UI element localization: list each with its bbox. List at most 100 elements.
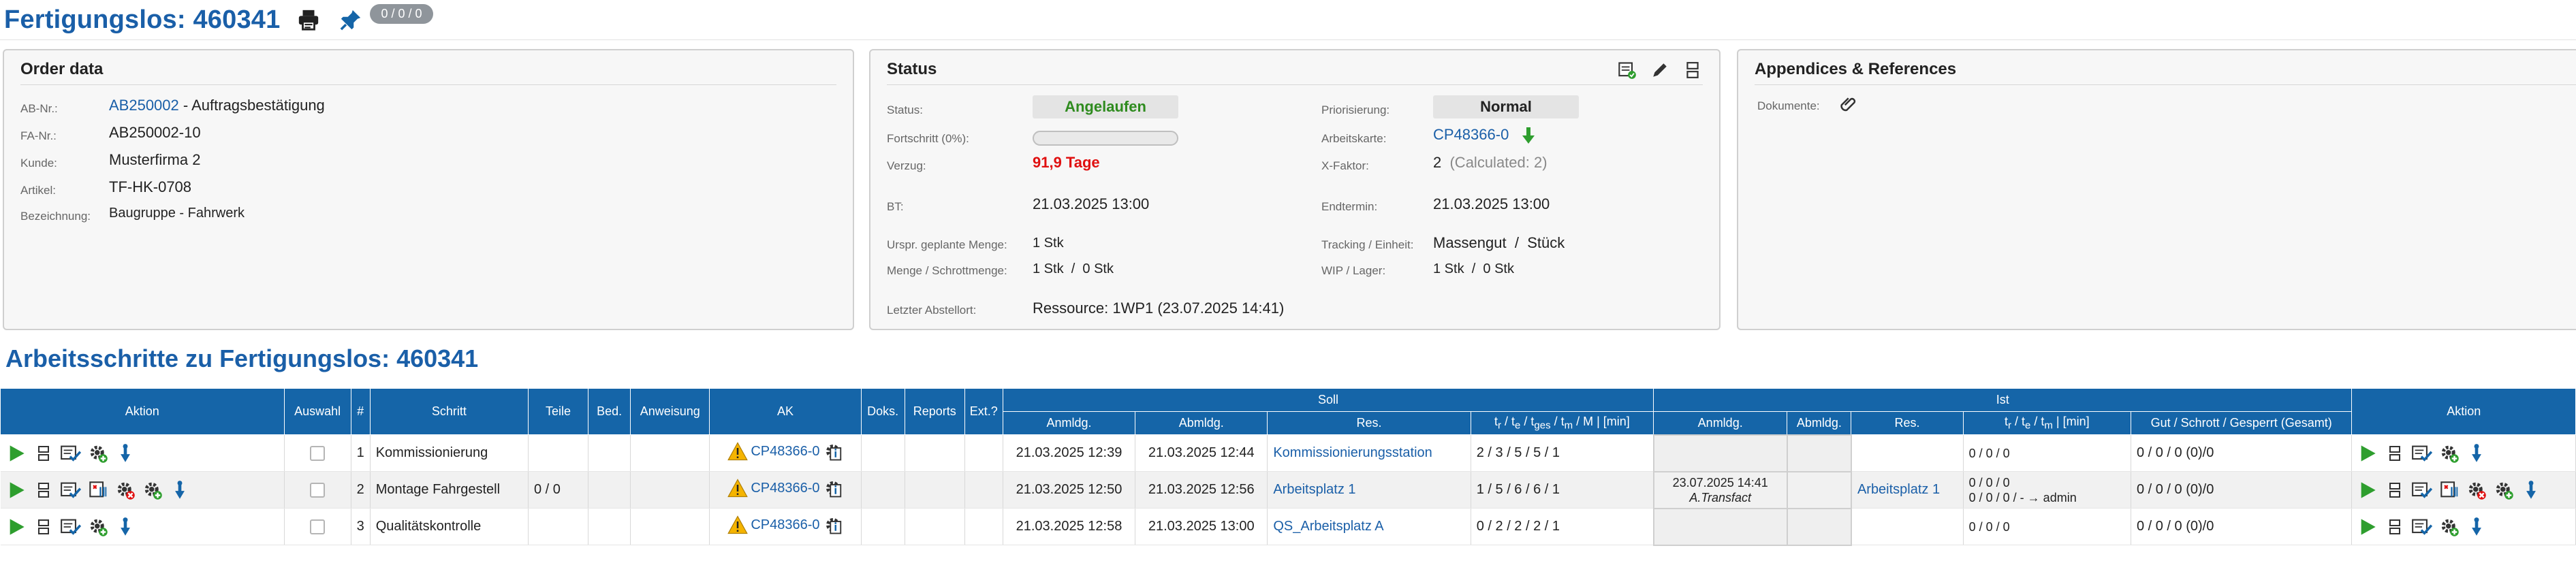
play-icon[interactable] [2357, 480, 2378, 500]
arrow-down-icon[interactable] [2466, 517, 2487, 537]
soll-resource-link[interactable]: Arbeitsplatz 1 [1273, 482, 1355, 497]
col-gut: Gut / Schrott / Gesperrt (Gesamt) [2130, 411, 2353, 435]
ak-link[interactable]: CP48366-0 [751, 444, 819, 460]
gut-schrott: 0 / 0 / 0 (0)/0 [2136, 519, 2214, 534]
checklist-icon[interactable] [60, 480, 81, 500]
step-number: 3 [356, 519, 364, 534]
ab-label: AB-Nr.: [20, 102, 58, 115]
checklist-icon[interactable] [1617, 60, 1637, 80]
gear-remove-icon[interactable] [2466, 480, 2487, 500]
play-icon[interactable] [2357, 443, 2378, 464]
select-checkbox[interactable] [310, 445, 326, 461]
play-icon[interactable] [6, 480, 27, 500]
tracking-value: Massengut / Stück [1433, 234, 1565, 252]
fa-link[interactable]: AB250002-10 [109, 124, 201, 142]
split-icon[interactable] [2385, 517, 2405, 537]
checklist-icon[interactable] [60, 517, 81, 537]
col-ist: Ist [1653, 388, 2353, 412]
barcode-icon[interactable] [2439, 480, 2460, 500]
printer-icon[interactable] [295, 6, 322, 33]
table-row: 1 Kommissionierung CP48366-0 21.03.2025 12:… [0, 434, 2576, 472]
step-number: 2 [356, 482, 364, 497]
split-icon[interactable] [33, 480, 54, 500]
play-icon[interactable] [6, 443, 27, 464]
pin-icon[interactable] [337, 6, 364, 33]
arrow-down-icon[interactable] [2521, 480, 2541, 500]
gear-add-icon[interactable] [88, 517, 108, 537]
row-actions [0, 471, 285, 509]
col-reports: Reports [904, 388, 965, 435]
row-actions [0, 434, 285, 472]
arrow-down-icon[interactable] [1518, 125, 1539, 146]
checklist-icon[interactable] [60, 443, 81, 464]
col-ak: AK [709, 388, 862, 435]
col-aktion-right: Aktion [2351, 388, 2576, 435]
select-checkbox[interactable] [310, 519, 326, 534]
ak-link[interactable]: CP48366-0 [1433, 126, 1509, 143]
ab-suffix: - Auftragsbestätigung [178, 97, 325, 114]
play-icon[interactable] [6, 517, 27, 537]
order-panel-title: Order data [20, 60, 104, 78]
schrott-b: 0 Stk [1082, 261, 1114, 276]
col-ist-times: tr / te / tm | [min] [1962, 411, 2131, 435]
soll-anmeldung: 21.03.2025 12:39 [1016, 445, 1122, 460]
col-nr: # [350, 388, 371, 435]
gear-add-icon[interactable] [88, 443, 108, 464]
artikel-link[interactable]: TF-HK-0708 [109, 178, 191, 196]
fa-label: FA-Nr.: [20, 129, 57, 142]
soll-resource-link[interactable]: Kommissionierungsstation [1273, 445, 1432, 460]
document-info-icon[interactable] [823, 478, 843, 498]
checklist-icon[interactable] [2412, 517, 2433, 537]
step-name: Montage Fahrgestell [375, 482, 501, 497]
split-icon[interactable] [2385, 443, 2405, 464]
kunde-link[interactable]: Musterfirma 2 [109, 151, 200, 169]
soll-abmeldung: 21.03.2025 13:00 [1148, 519, 1255, 534]
ab-link[interactable]: AB250002 [109, 97, 179, 114]
play-icon[interactable] [2357, 517, 2378, 537]
col-ist-abm: Abmldg. [1787, 411, 1852, 435]
appendix-panel-title: Appendices & References [1755, 60, 1957, 78]
gear-add-icon[interactable] [2439, 517, 2460, 537]
split-icon[interactable] [33, 517, 54, 537]
checklist-icon[interactable] [2412, 443, 2433, 464]
ak-link[interactable]: CP48366-0 [751, 481, 819, 496]
ist-resource-link[interactable]: Arbeitsplatz 1 [1857, 482, 1940, 497]
progress-bar [1033, 131, 1178, 146]
gut-schrott: 0 / 0 / 0 (0)/0 [2136, 482, 2214, 497]
endtermin-label: Endtermin: [1321, 200, 1378, 213]
barcode-icon[interactable] [88, 480, 108, 500]
wip-value: 1 Stk / 0 Stk [1433, 261, 1514, 277]
arrow-down-icon[interactable] [115, 517, 136, 537]
select-checkbox[interactable] [310, 482, 326, 498]
gear-add-icon[interactable] [142, 480, 163, 500]
wip-label: WIP / Lager: [1321, 264, 1386, 277]
gear-remove-icon[interactable] [115, 480, 136, 500]
arrow-down-icon[interactable] [170, 480, 190, 500]
paperclip-icon[interactable] [1839, 94, 1859, 114]
gear-add-icon[interactable] [2494, 480, 2514, 500]
ab-value: AB250002 - Auftragsbestätigung [109, 97, 325, 114]
soll-resource-link[interactable]: QS_Arbeitsplatz A [1273, 519, 1383, 534]
ist-anmeldung: 23.07.2025 14:41 [1672, 475, 1768, 489]
checklist-icon[interactable] [2412, 480, 2433, 500]
step-name: Kommissionierung [375, 445, 488, 460]
col-ext: Ext.? [964, 388, 1003, 435]
prio-value: Normal [1433, 95, 1579, 118]
ak-value: CP48366-0 [1433, 125, 1539, 146]
step-name: Qualitätskontrolle [375, 519, 482, 534]
ak-link[interactable]: CP48366-0 [751, 517, 819, 533]
split-icon[interactable] [2385, 480, 2405, 500]
soll-abmeldung: 21.03.2025 12:44 [1148, 445, 1255, 460]
arrow-down-icon[interactable] [2466, 443, 2487, 464]
edit-icon[interactable] [1650, 60, 1670, 80]
slash: / [1514, 234, 1519, 251]
arrow-down-icon[interactable] [115, 443, 136, 464]
document-info-icon[interactable] [823, 441, 843, 462]
split-icon[interactable] [1682, 60, 1703, 80]
split-icon[interactable] [33, 443, 54, 464]
bezeichnung-value: Baugruppe - Fahrwerk [109, 206, 245, 221]
document-info-icon[interactable] [823, 515, 843, 535]
ist-times: 0 / 0 / 0 [1968, 475, 2010, 489]
gear-add-icon[interactable] [2439, 443, 2460, 464]
col-soll-abm: Abmldg. [1135, 411, 1268, 435]
